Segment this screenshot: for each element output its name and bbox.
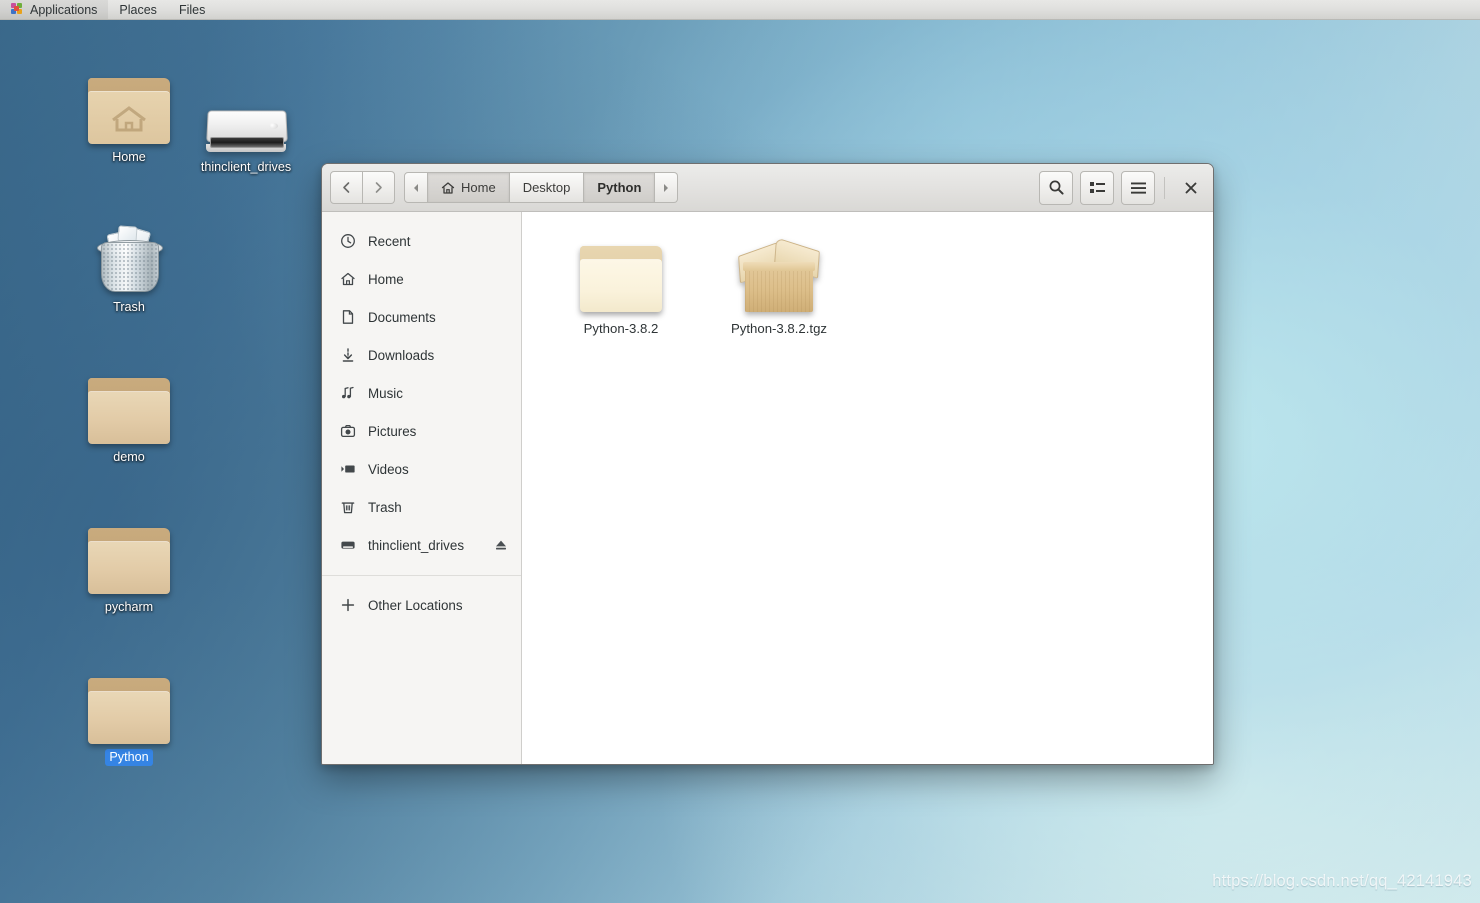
toolbar-divider [1164, 176, 1165, 199]
breadcrumb-scroll-right[interactable] [655, 172, 679, 203]
file-list-view[interactable]: Python-3.8.2 Python-3.8.2.tgz [522, 212, 1213, 764]
desktop-icon-demo[interactable]: demo [70, 368, 188, 466]
document-icon [339, 309, 356, 326]
chevron-right-icon [375, 182, 382, 193]
menu-files-label: Files [178, 2, 206, 17]
sidebar-item-label: Videos [368, 461, 409, 477]
window-header-bar: Home Desktop Python [322, 164, 1213, 212]
sidebar-item-downloads[interactable]: Downloads [322, 336, 521, 374]
sidebar: Recent Home Documents Downloads Music Pi… [322, 212, 522, 764]
desktop-icon-label: Home [112, 150, 146, 164]
breadcrumb-item-home[interactable]: Home [428, 172, 510, 203]
sidebar-item-recent[interactable]: Recent [322, 222, 521, 260]
plus-icon [339, 597, 356, 614]
watermark-text: https://blog.csdn.net/qq_42141943 [1212, 872, 1472, 890]
sidebar-item-label: Home [368, 271, 404, 287]
sidebar-item-videos[interactable]: Videos [322, 450, 521, 488]
menu-applications[interactable]: Applications [0, 0, 109, 19]
breadcrumb: Home Desktop Python [404, 172, 679, 203]
clock-icon [339, 233, 356, 250]
sidebar-item-label: thinclient_drives [368, 537, 465, 553]
sidebar-item-label: Music [368, 385, 403, 401]
desktop-icon-label: demo [113, 450, 145, 464]
back-button[interactable] [330, 171, 363, 204]
sidebar-item-trash[interactable]: Trash [322, 488, 521, 526]
forward-button[interactable] [363, 171, 395, 204]
music-note-icon [339, 385, 356, 402]
desktop-icon-label: thinclient_drives [200, 160, 292, 174]
breadcrumb-item-desktop[interactable]: Desktop [509, 172, 585, 203]
desktop-icon-label: Python [105, 749, 153, 766]
sidebar-item-label: Documents [368, 309, 436, 325]
breadcrumb-label: Python [597, 180, 642, 195]
trash-icon [70, 218, 188, 294]
house-glyph-icon [112, 106, 146, 132]
drive-icon [339, 537, 356, 554]
triangle-left-icon [414, 183, 418, 192]
search-icon [1049, 180, 1064, 195]
sidebar-item-home[interactable]: Home [322, 260, 521, 298]
sidebar-item-thinclient-drives[interactable]: thinclient_drives [322, 526, 521, 564]
eject-icon[interactable] [493, 537, 509, 553]
desktop-icon-thinclient-drives[interactable]: thinclient_drives [187, 78, 305, 176]
menu-files[interactable]: Files [168, 0, 216, 19]
sidebar-item-pictures[interactable]: Pictures [322, 412, 521, 450]
download-icon [339, 347, 356, 364]
applications-grid-icon [11, 3, 24, 16]
breadcrumb-scroll-left[interactable] [404, 172, 428, 203]
hamburger-menu-icon [1130, 182, 1146, 194]
breadcrumb-label: Home [461, 180, 496, 195]
file-name-label: Python-3.8.2.tgz [730, 321, 828, 336]
desktop-icon-label: Trash [113, 300, 145, 314]
sidebar-item-label: Trash [368, 499, 402, 515]
top-panel: Applications Places Files [0, 0, 1480, 20]
menu-places[interactable]: Places [108, 0, 168, 19]
sidebar-item-documents[interactable]: Documents [322, 298, 521, 336]
sidebar-item-label: Downloads [368, 347, 435, 363]
chevron-left-icon [343, 182, 350, 193]
close-icon [1185, 182, 1197, 193]
sidebar-item-music[interactable]: Music [322, 374, 521, 412]
desktop-icon-home[interactable]: Home [70, 68, 188, 166]
drive-icon [187, 78, 305, 154]
view-toggle-button[interactable] [1080, 170, 1114, 205]
sidebar-divider [322, 575, 521, 576]
icon-grid: Python-3.8.2 Python-3.8.2.tgz [542, 230, 1213, 346]
sidebar-item-label: Recent [368, 233, 411, 249]
desktop-icon-pycharm[interactable]: pycharm [70, 518, 188, 616]
camera-icon [339, 423, 356, 440]
home-folder-icon [70, 68, 188, 144]
triangle-right-icon [664, 183, 669, 192]
search-button[interactable] [1039, 170, 1073, 205]
home-icon [441, 181, 455, 194]
sidebar-item-label: Other Locations [368, 597, 463, 613]
trash-icon [339, 499, 356, 516]
sidebar-item-label: Pictures [368, 423, 417, 439]
folder-icon [70, 518, 188, 594]
sidebar-item-other-locations[interactable]: Other Locations [322, 586, 521, 624]
folder-icon [70, 368, 188, 444]
desktop-icon-python[interactable]: Python [70, 668, 188, 766]
breadcrumb-label: Desktop [522, 180, 571, 195]
navigation-buttons [330, 171, 395, 204]
file-manager-window: Home Desktop Python Recent Home Document… [321, 163, 1214, 765]
folder-icon [580, 238, 662, 312]
view-list-icon [1089, 182, 1105, 193]
desktop-icon-label: pycharm [104, 600, 154, 614]
menu-applications-label: Applications [30, 2, 98, 17]
film-icon [339, 461, 356, 478]
breadcrumb-item-python[interactable]: Python [584, 172, 656, 203]
file-item-archive[interactable]: Python-3.8.2.tgz [700, 230, 858, 346]
home-icon [339, 271, 356, 288]
close-window-button[interactable] [1177, 174, 1205, 202]
window-body: Recent Home Documents Downloads Music Pi… [322, 212, 1213, 764]
archive-box-icon [737, 237, 821, 312]
menu-places-label: Places [119, 2, 157, 17]
menu-button[interactable] [1121, 170, 1155, 205]
desktop-icon-trash[interactable]: Trash [70, 218, 188, 316]
folder-icon [70, 668, 188, 744]
file-name-label: Python-3.8.2 [583, 321, 659, 336]
file-item-folder[interactable]: Python-3.8.2 [542, 230, 700, 346]
